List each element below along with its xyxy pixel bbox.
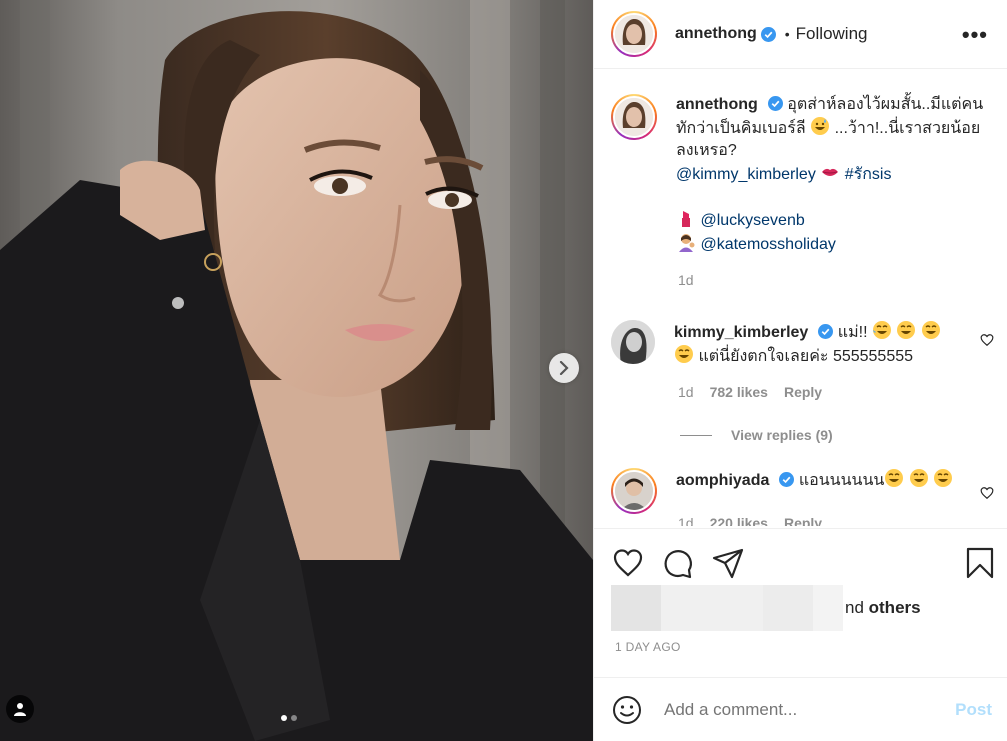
liker-avatar-blur [611,585,661,631]
comment-time[interactable]: 1d [678,515,694,526]
avatar-image [615,98,653,136]
avatar[interactable] [611,468,657,514]
comment-meta: 1d 220 likes Reply [678,515,822,526]
comment-time[interactable]: 1d [678,384,694,400]
post-header: annethong • Following ••• [594,0,1007,69]
view-replies-label: View replies (9) [731,427,833,443]
mention-katemossholiday[interactable]: @katemossholiday [700,236,835,253]
carousel-dot [281,715,287,721]
user-tag-icon [14,703,26,716]
carousel-dot [291,715,297,721]
comment-username[interactable]: aomphiyada [676,472,769,489]
caption-time[interactable]: 1d [678,272,694,288]
separator-dot: • [784,26,790,42]
comment-item: kimmy_kimberley แม่!! แต่นี่ยังตกใจเลยค่… [611,320,994,368]
comment-input[interactable] [664,699,954,720]
avatar[interactable] [611,320,655,364]
following-button[interactable]: Following [796,24,868,44]
view-replies-button[interactable]: View replies (9) [680,427,833,443]
smile-icon[interactable] [612,695,642,725]
comment-text: แอนนนนนน [798,472,885,489]
liker-name-blur [763,585,813,631]
comment-item: aomphiyada แอนนนนนน [611,468,996,514]
verified-badge-icon [779,472,795,487]
comment-icon[interactable] [662,547,694,579]
caption-meta: 1d [678,272,694,288]
chevron-right-icon [559,361,569,375]
comment-text: แม่!! [837,324,868,341]
more-options-icon[interactable]: ••• [962,22,988,48]
heart-icon[interactable] [980,333,994,347]
comment-username[interactable]: kimmy_kimberley [674,324,808,341]
post-details-panel: annethong • Following ••• annethong อุตส… [593,0,1007,741]
comment-likes[interactable]: 782 likes [710,384,768,400]
liker-name-blur [661,585,763,631]
person-tipping-hand-icon [679,234,695,252]
action-bar [594,528,1007,579]
avatar-image [611,320,655,364]
reply-button[interactable]: Reply [784,515,822,526]
tears-of-joy-icon [872,321,891,339]
avatar-image [615,472,653,510]
user-tag-button[interactable] [6,695,34,723]
comment-text-2: แต่นี่ยังตกใจเลยค่ะ 555555555 [698,348,914,365]
mention-kimmy[interactable]: @kimmy_kimberley [676,166,816,183]
caption-username[interactable]: annethong [676,96,758,113]
liked-by-text: nd others [845,598,921,617]
tears-of-joy-icon [897,321,916,339]
share-icon[interactable] [712,547,744,579]
lipstick-icon [682,211,690,227]
tears-of-joy-icon [934,469,953,487]
post-button[interactable]: Post [955,700,992,720]
comment-likes[interactable]: 220 likes [710,515,768,526]
comments-list[interactable]: annethong อุตส่าห์ลองไว้ผมสั้น..มีแต่คนท… [594,70,1007,526]
liked-by[interactable]: nd others [611,585,921,631]
verified-badge-icon [760,26,776,42]
post-media[interactable] [0,0,593,741]
divider-line [680,434,712,436]
caption-body: annethong อุตส่าห์ลองไว้ผมสั้น..มีแต่คนท… [676,94,996,256]
tears-of-joy-icon [885,469,904,487]
bookmark-icon[interactable] [964,547,996,579]
heart-icon[interactable] [612,547,644,579]
post-date[interactable]: 1 DAY AGO [615,640,681,654]
heart-icon[interactable] [980,486,994,500]
comment-body: kimmy_kimberley แม่!! แต่นี่ยังตกใจเลยค่… [674,320,994,368]
verified-badge-icon [767,96,783,111]
avatar[interactable] [611,94,657,140]
avatar[interactable] [611,11,657,57]
tears-of-joy-icon [675,345,693,363]
others-link[interactable]: others [869,598,921,617]
reply-button[interactable]: Reply [784,384,822,400]
tears-of-joy-icon [921,321,940,339]
verified-badge-icon [818,324,834,339]
caption: annethong อุตส่าห์ลองไว้ผมสั้น..มีแต่คนท… [611,94,996,256]
avatar-image [615,15,653,53]
liker-name-blur [813,585,843,631]
mention-luckysevenb[interactable]: @luckysevenb [700,212,804,229]
add-comment-bar: Post [594,677,1007,741]
header-username[interactable]: annethong [675,25,757,43]
comment-body: aomphiyada แอนนนนนน [676,468,996,514]
lips-icon [822,168,839,176]
next-photo-button[interactable] [549,353,579,383]
tears-of-joy-icon [909,469,928,487]
carousel-dots [281,715,297,721]
grinning-sweat-icon [811,117,830,135]
portrait-photo [0,0,593,741]
hashtag-link[interactable]: #รักsis [845,166,892,183]
comment-meta: 1d 782 likes Reply [678,384,822,400]
